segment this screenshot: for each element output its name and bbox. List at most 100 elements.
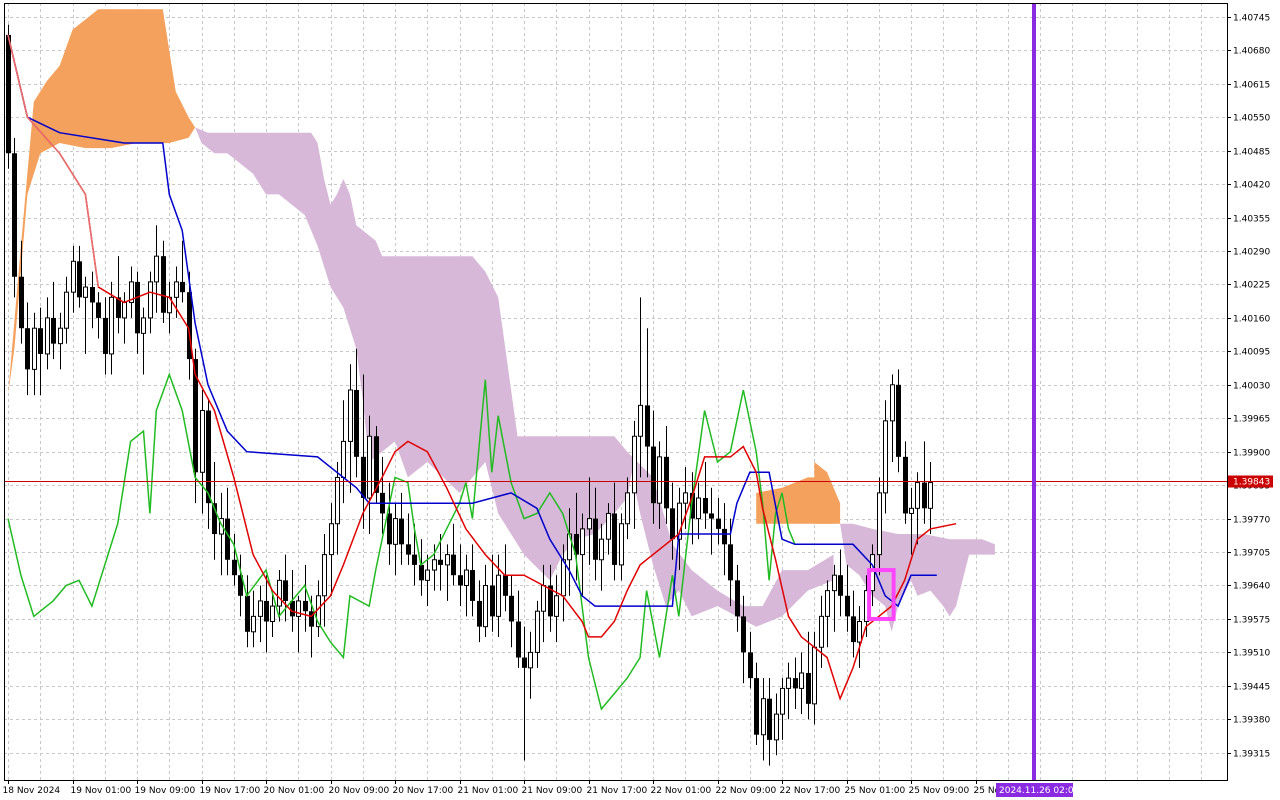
candle-bull: [83, 286, 88, 298]
candle-bull: [877, 492, 882, 556]
candle-bear: [670, 508, 675, 540]
candle-bull: [587, 518, 592, 530]
candle-bull: [812, 646, 817, 705]
candle-bear: [51, 317, 56, 344]
candle-bear: [716, 518, 721, 529]
candle-bear: [264, 600, 269, 622]
candle-bear: [161, 256, 166, 313]
candle-bull: [799, 672, 804, 689]
y-tick-label: 1.40030: [1233, 382, 1270, 392]
y-tick-label: 1.40680: [1233, 47, 1270, 57]
candle-bear: [509, 595, 514, 622]
candle-bull: [890, 384, 895, 422]
candle-bear: [361, 456, 366, 499]
candle-bull: [683, 492, 688, 504]
candle-bull: [258, 600, 263, 617]
candle-bear: [103, 317, 108, 354]
candle-bear: [354, 389, 359, 457]
y-tick-label: 1.39640: [1233, 582, 1270, 592]
candle-bear: [838, 575, 843, 596]
y-tick-label: 1.39315: [1233, 750, 1270, 760]
y-tick-label: 1.40745: [1233, 14, 1270, 24]
y-tick-label: 1.39965: [1233, 415, 1270, 425]
candle-bear: [96, 302, 101, 318]
candle-bull: [58, 327, 63, 345]
candle-bear: [419, 564, 424, 581]
candle-bear: [399, 518, 404, 545]
y-tick-label: 1.40615: [1233, 81, 1270, 91]
candle-bear: [406, 544, 411, 555]
candle-bear: [903, 456, 908, 514]
candle-bull: [915, 482, 920, 509]
candle-bull: [367, 435, 372, 499]
x-tick-label: 25 Nov 09:00: [909, 786, 970, 796]
candle-bear: [451, 554, 456, 576]
y-tick-label: 1.39380: [1233, 716, 1270, 726]
candle-bull: [780, 687, 785, 715]
candle-bull: [322, 554, 327, 597]
candle-bull: [45, 317, 50, 355]
candle-bear: [38, 328, 43, 354]
x-tick-label: 18 Nov 2024: [3, 786, 61, 796]
candle-bull: [251, 615, 256, 633]
x-tick-label: 22 Nov 17:00: [780, 786, 841, 796]
time-axis: 18 Nov 2024 19 Nov 01:00 19 Nov 09:00 19 No…: [3, 780, 1006, 796]
x-tick-label: 19 Nov 09:00: [135, 786, 196, 796]
y-tick-label: 1.40290: [1233, 248, 1270, 258]
candle-bear: [593, 518, 598, 560]
y-tick-label: 1.40225: [1233, 281, 1270, 291]
x-tick-label: 19 Nov 17:00: [200, 786, 261, 796]
candle-bull: [606, 512, 611, 540]
candle-bull: [464, 569, 469, 586]
candle-bear: [503, 575, 508, 596]
candle-bull: [329, 523, 334, 556]
candle-bear: [651, 446, 656, 504]
candle-bull: [857, 621, 862, 643]
candle-bull: [32, 327, 37, 370]
candle-bull: [554, 595, 559, 617]
candle-bear: [412, 554, 417, 565]
candle-bull: [154, 255, 159, 283]
y-tick-label: 1.39575: [1233, 616, 1270, 626]
y-tick-label: 1.40095: [1233, 348, 1270, 358]
candle-bear: [6, 34, 11, 154]
candle-bull: [335, 476, 340, 525]
candle-bull: [122, 301, 127, 319]
candle-bull: [786, 677, 791, 689]
y-tick-label: 1.39900: [1233, 449, 1270, 459]
x-tick-label: 20 Nov 09:00: [329, 786, 390, 796]
candle-bull: [200, 410, 205, 473]
candle-bear: [748, 652, 753, 679]
candle-bull: [496, 574, 501, 617]
candle-bull: [774, 713, 779, 741]
candle-bull: [657, 456, 662, 504]
candle-bear: [77, 261, 82, 298]
candle-bear: [12, 153, 17, 277]
candle-bull: [825, 590, 830, 617]
candle-bull: [432, 559, 437, 571]
candle-bull: [909, 507, 914, 514]
candle-bear: [180, 281, 185, 293]
candle-bear: [490, 585, 495, 617]
x-tick-label: 21 Nov 09:00: [522, 786, 583, 796]
y-tick-label: 1.40160: [1233, 315, 1270, 325]
candle-bear: [135, 281, 140, 334]
candle-bull: [632, 435, 637, 494]
candle-bull: [270, 605, 275, 623]
y-tick-label: 1.39510: [1233, 649, 1270, 659]
candle-bear: [754, 678, 759, 735]
price-axis: 1.40745 1.40680 1.40615 1.40550 1.40485 1.404…: [1227, 14, 1270, 760]
candle-bull: [535, 610, 540, 653]
candle-bear: [522, 657, 527, 668]
candle-bull: [638, 404, 643, 437]
candle-bear: [90, 287, 95, 303]
candle-bull: [696, 497, 701, 520]
candle-bear: [741, 616, 746, 653]
candle-bear: [232, 559, 237, 576]
candle-bull: [580, 528, 585, 556]
ichimoku-chart[interactable]: 1.40745 1.40680 1.40615 1.40550 1.40485 1.404…: [0, 0, 1280, 800]
candle-bear: [283, 580, 288, 601]
candle-bear: [225, 518, 230, 560]
candle-bull: [341, 440, 346, 478]
candle-bull: [832, 574, 837, 592]
